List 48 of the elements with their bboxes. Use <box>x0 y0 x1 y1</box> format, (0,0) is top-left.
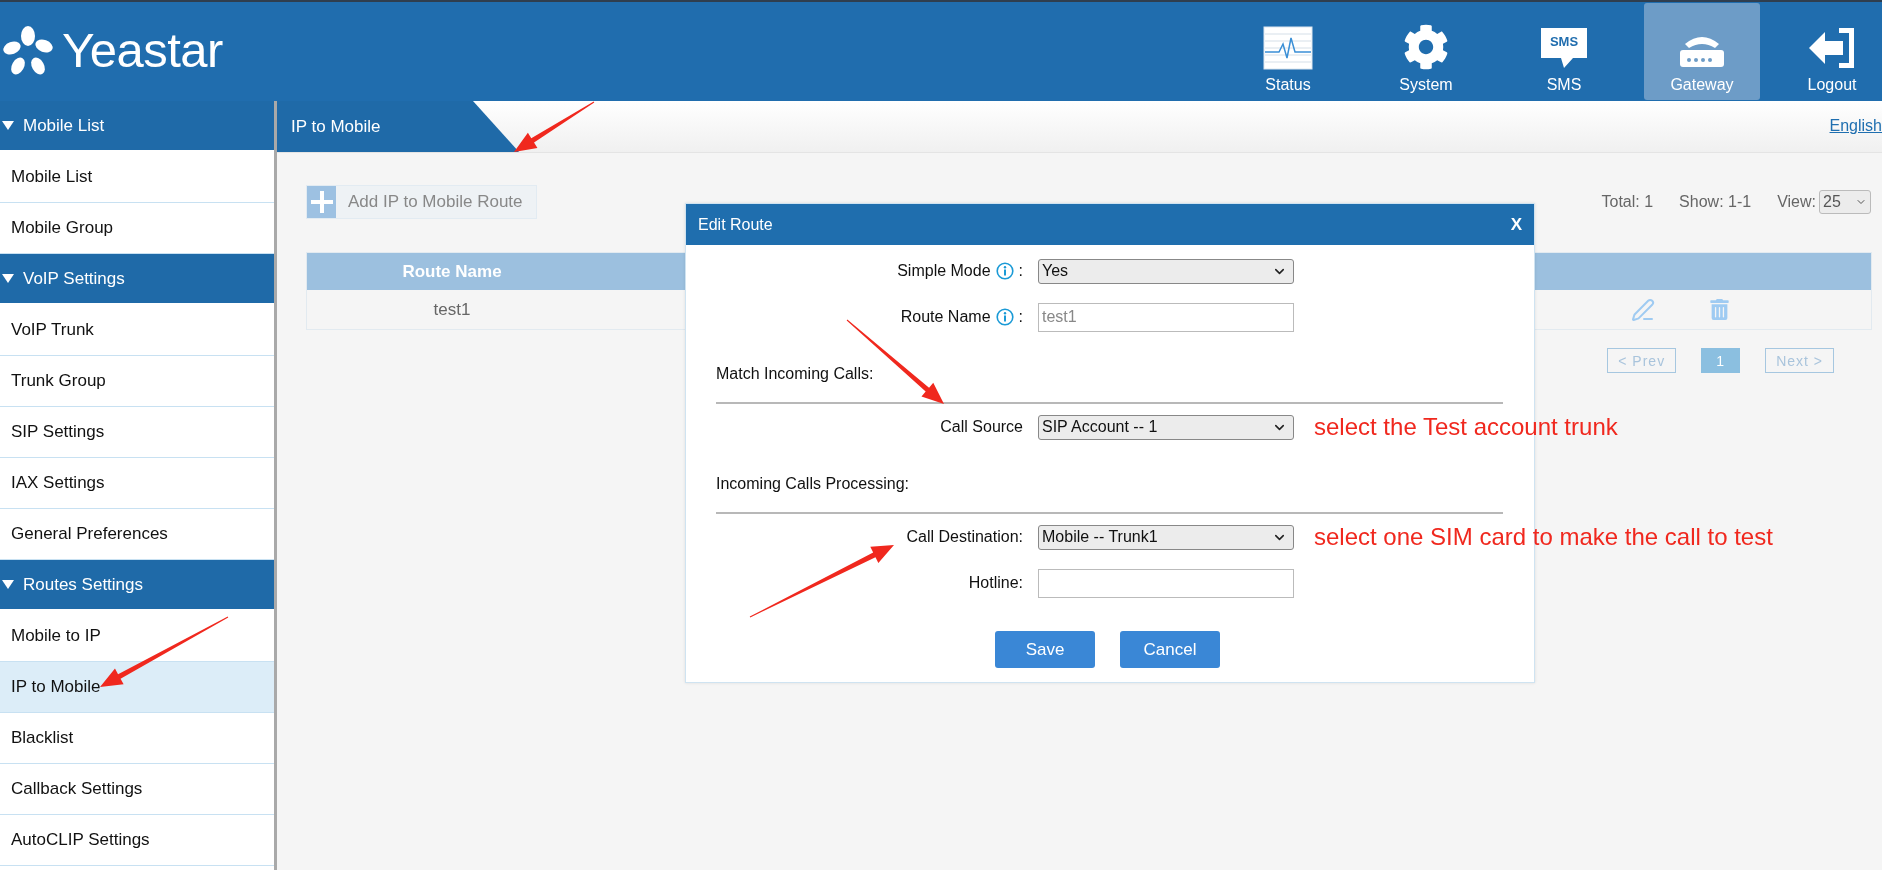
total-count: Total: 1 <box>1601 193 1654 211</box>
info-icon[interactable] <box>995 262 1014 280</box>
sidebar-group-header[interactable]: VoIP Settings <box>0 254 274 305</box>
nav-item[interactable]: System <box>1368 3 1484 100</box>
sidebar-item[interactable]: IP to Mobile <box>0 662 274 713</box>
trash-icon[interactable] <box>1709 299 1730 320</box>
logo-text: Yeastar <box>62 21 223 78</box>
annotation-note: select the Test account trunk <box>1314 413 1618 441</box>
label-colon: : <box>1018 308 1023 326</box>
field-label: Route Name <box>900 308 991 326</box>
pencil-icon[interactable] <box>1630 297 1655 322</box>
page-size-select[interactable]: 25 <box>1819 190 1871 214</box>
dropdown[interactable]: SIP Account -- 1 <box>1038 414 1294 440</box>
nav-item[interactable]: SMS SMS <box>1506 3 1622 100</box>
group-title: Mobile List <box>23 115 105 136</box>
field-label: Call Destination: <box>906 528 1023 546</box>
text-field[interactable] <box>1038 568 1294 598</box>
close-button[interactable]: X <box>1510 214 1522 235</box>
dialog-title: Edit Route <box>698 215 773 234</box>
view-label: View: <box>1777 193 1816 211</box>
section-heading: Incoming Calls Processing: <box>716 474 910 494</box>
nav-item[interactable]: Logout <box>1782 3 1882 100</box>
label-colon: : <box>1018 262 1023 280</box>
save-button[interactable]: Save <box>995 631 1095 668</box>
dropdown[interactable]: Mobile -- Trunk1 <box>1038 524 1294 550</box>
language-link[interactable]: English <box>1829 116 1882 135</box>
group-title: Routes Settings <box>23 574 143 595</box>
dropdown[interactable]: Yes <box>1038 258 1294 284</box>
field-label: Hotline: <box>968 574 1023 592</box>
sidebar-group-header[interactable]: Routes Settings <box>0 560 274 611</box>
table-cell-text: test1 <box>432 299 472 320</box>
group-title: VoIP Settings <box>23 268 125 289</box>
monitor-chart-icon <box>1263 26 1313 70</box>
field-label: Call Source <box>940 418 1023 436</box>
section-heading: Match Incoming Calls: <box>716 364 875 384</box>
field-label: Simple Mode <box>897 262 991 280</box>
annotation-note: select one SIM card to make the call to test <box>1314 523 1773 551</box>
settings-icon <box>1403 24 1449 70</box>
shown-range: Show: 1-1 <box>1679 193 1752 211</box>
cancel-button[interactable]: Cancel <box>1120 631 1220 668</box>
plus-icon <box>307 186 336 218</box>
logout-icon <box>1807 26 1857 70</box>
sidebar-group-header[interactable]: Mobile List <box>0 101 274 152</box>
nav-item[interactable]: Status <box>1230 3 1346 100</box>
column-header: Route Name <box>401 261 503 282</box>
add-route-button[interactable]: Add IP to Mobile Route <box>306 185 537 219</box>
nav-item[interactable]: Gateway <box>1644 3 1760 100</box>
speech-bubble-icon: SMS <box>1539 26 1589 70</box>
